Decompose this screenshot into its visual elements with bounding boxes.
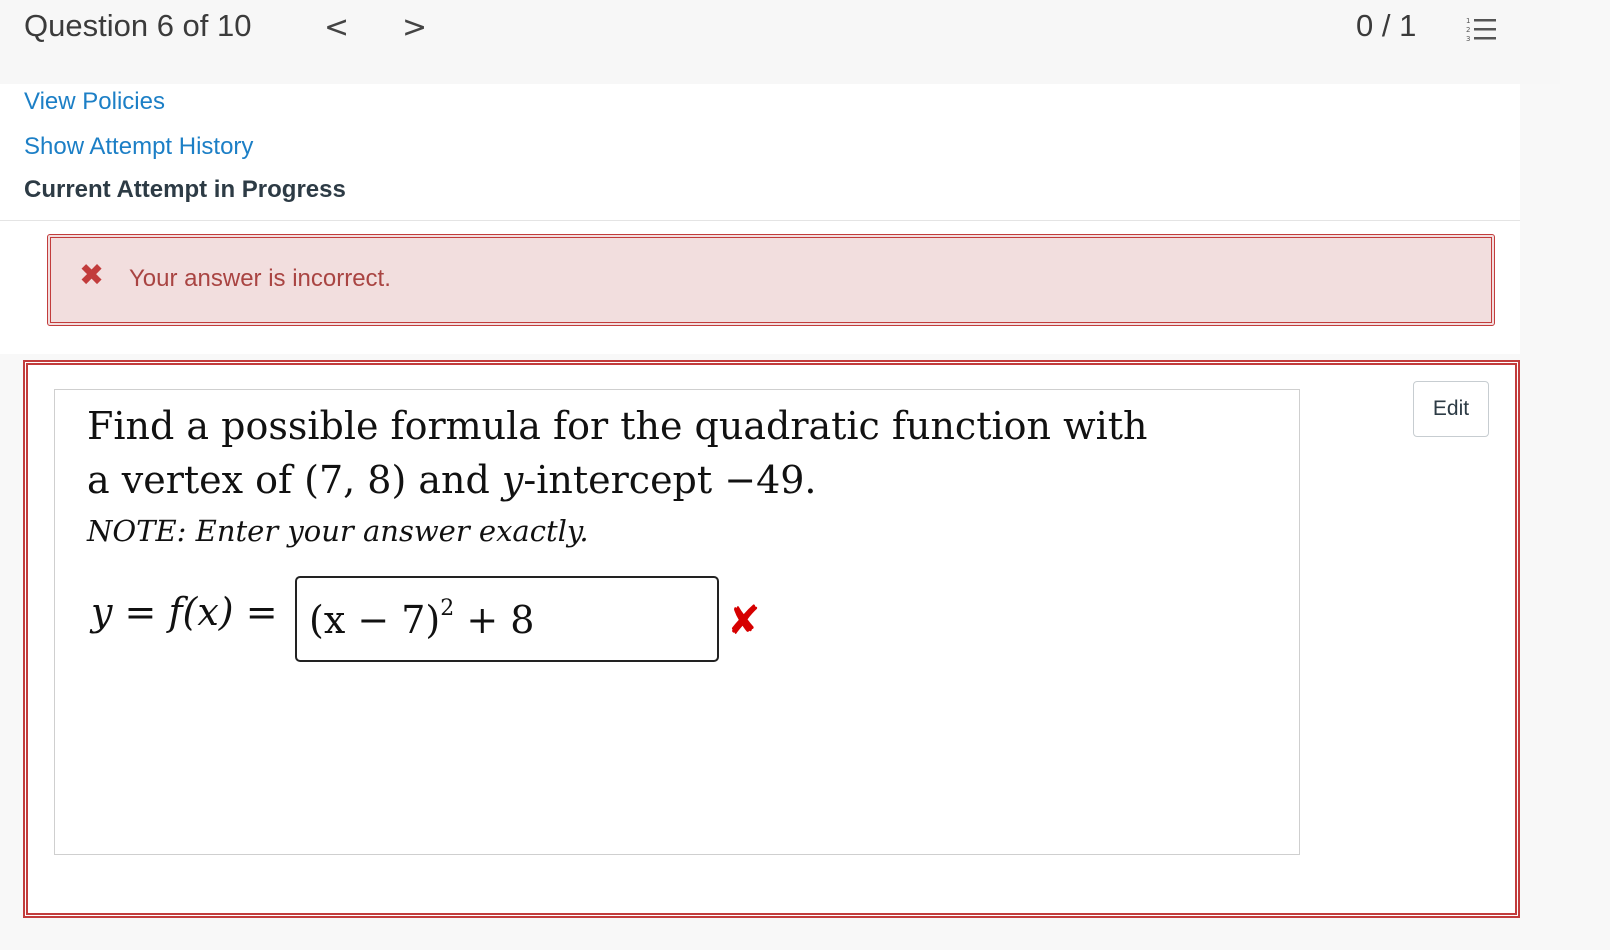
numbered-list-icon[interactable]: 1 2 3: [1466, 16, 1498, 44]
question-text-line-1: Find a possible formula for the quadrati…: [87, 404, 1148, 448]
svg-text:1: 1: [1466, 17, 1470, 25]
answer-input[interactable]: (x − 7)2 + 8: [295, 576, 719, 662]
alert-message: Your answer is incorrect.: [129, 265, 391, 292]
page: Question 6 of 10 < > 0 / 1 1 2 3 View Po…: [0, 0, 1610, 950]
question-variable-y: y: [501, 458, 524, 502]
current-attempt-heading: Current Attempt in Progress: [24, 176, 346, 203]
incorrect-mark-icon: ✘: [727, 598, 761, 644]
question-text-line-2: a vertex of (7, 8) and y-intercept −49.: [87, 458, 817, 502]
incorrect-answer-alert: ✖ Your answer is incorrect.: [47, 234, 1495, 326]
svg-text:3: 3: [1466, 35, 1470, 43]
previous-question-button[interactable]: <: [324, 10, 349, 45]
question-header: Question 6 of 10 < > 0 / 1 1 2 3: [0, 0, 1560, 84]
next-question-button[interactable]: >: [402, 10, 427, 45]
numbered-list-icon-svg: 1 2 3: [1466, 17, 1496, 43]
view-policies-link[interactable]: View Policies: [24, 88, 165, 116]
show-attempt-history-link[interactable]: Show Attempt History: [24, 133, 253, 161]
answer-exponent: 2: [440, 596, 455, 621]
answer-input-value: (x − 7)2 + 8: [309, 596, 534, 642]
edit-button[interactable]: Edit: [1413, 381, 1489, 437]
question-frame: Find a possible formula for the quadrati…: [23, 360, 1520, 918]
svg-text:2: 2: [1466, 26, 1470, 34]
answer-rest: + 8: [454, 598, 535, 642]
close-icon: ✖: [79, 258, 105, 293]
answer-base: (x − 7): [309, 598, 441, 642]
score-display: 0 / 1: [1356, 8, 1417, 43]
question-body: Find a possible formula for the quadrati…: [54, 389, 1300, 855]
question-note: NOTE: Enter your answer exactly.: [87, 514, 589, 548]
question-counter: Question 6 of 10: [24, 8, 252, 43]
question-text-line-2-suffix: -intercept −49.: [523, 458, 817, 502]
question-text-line-2-prefix: a vertex of (7, 8) and: [87, 458, 502, 502]
divider: [0, 220, 1520, 221]
answer-label: y = f(x) =: [91, 590, 278, 634]
